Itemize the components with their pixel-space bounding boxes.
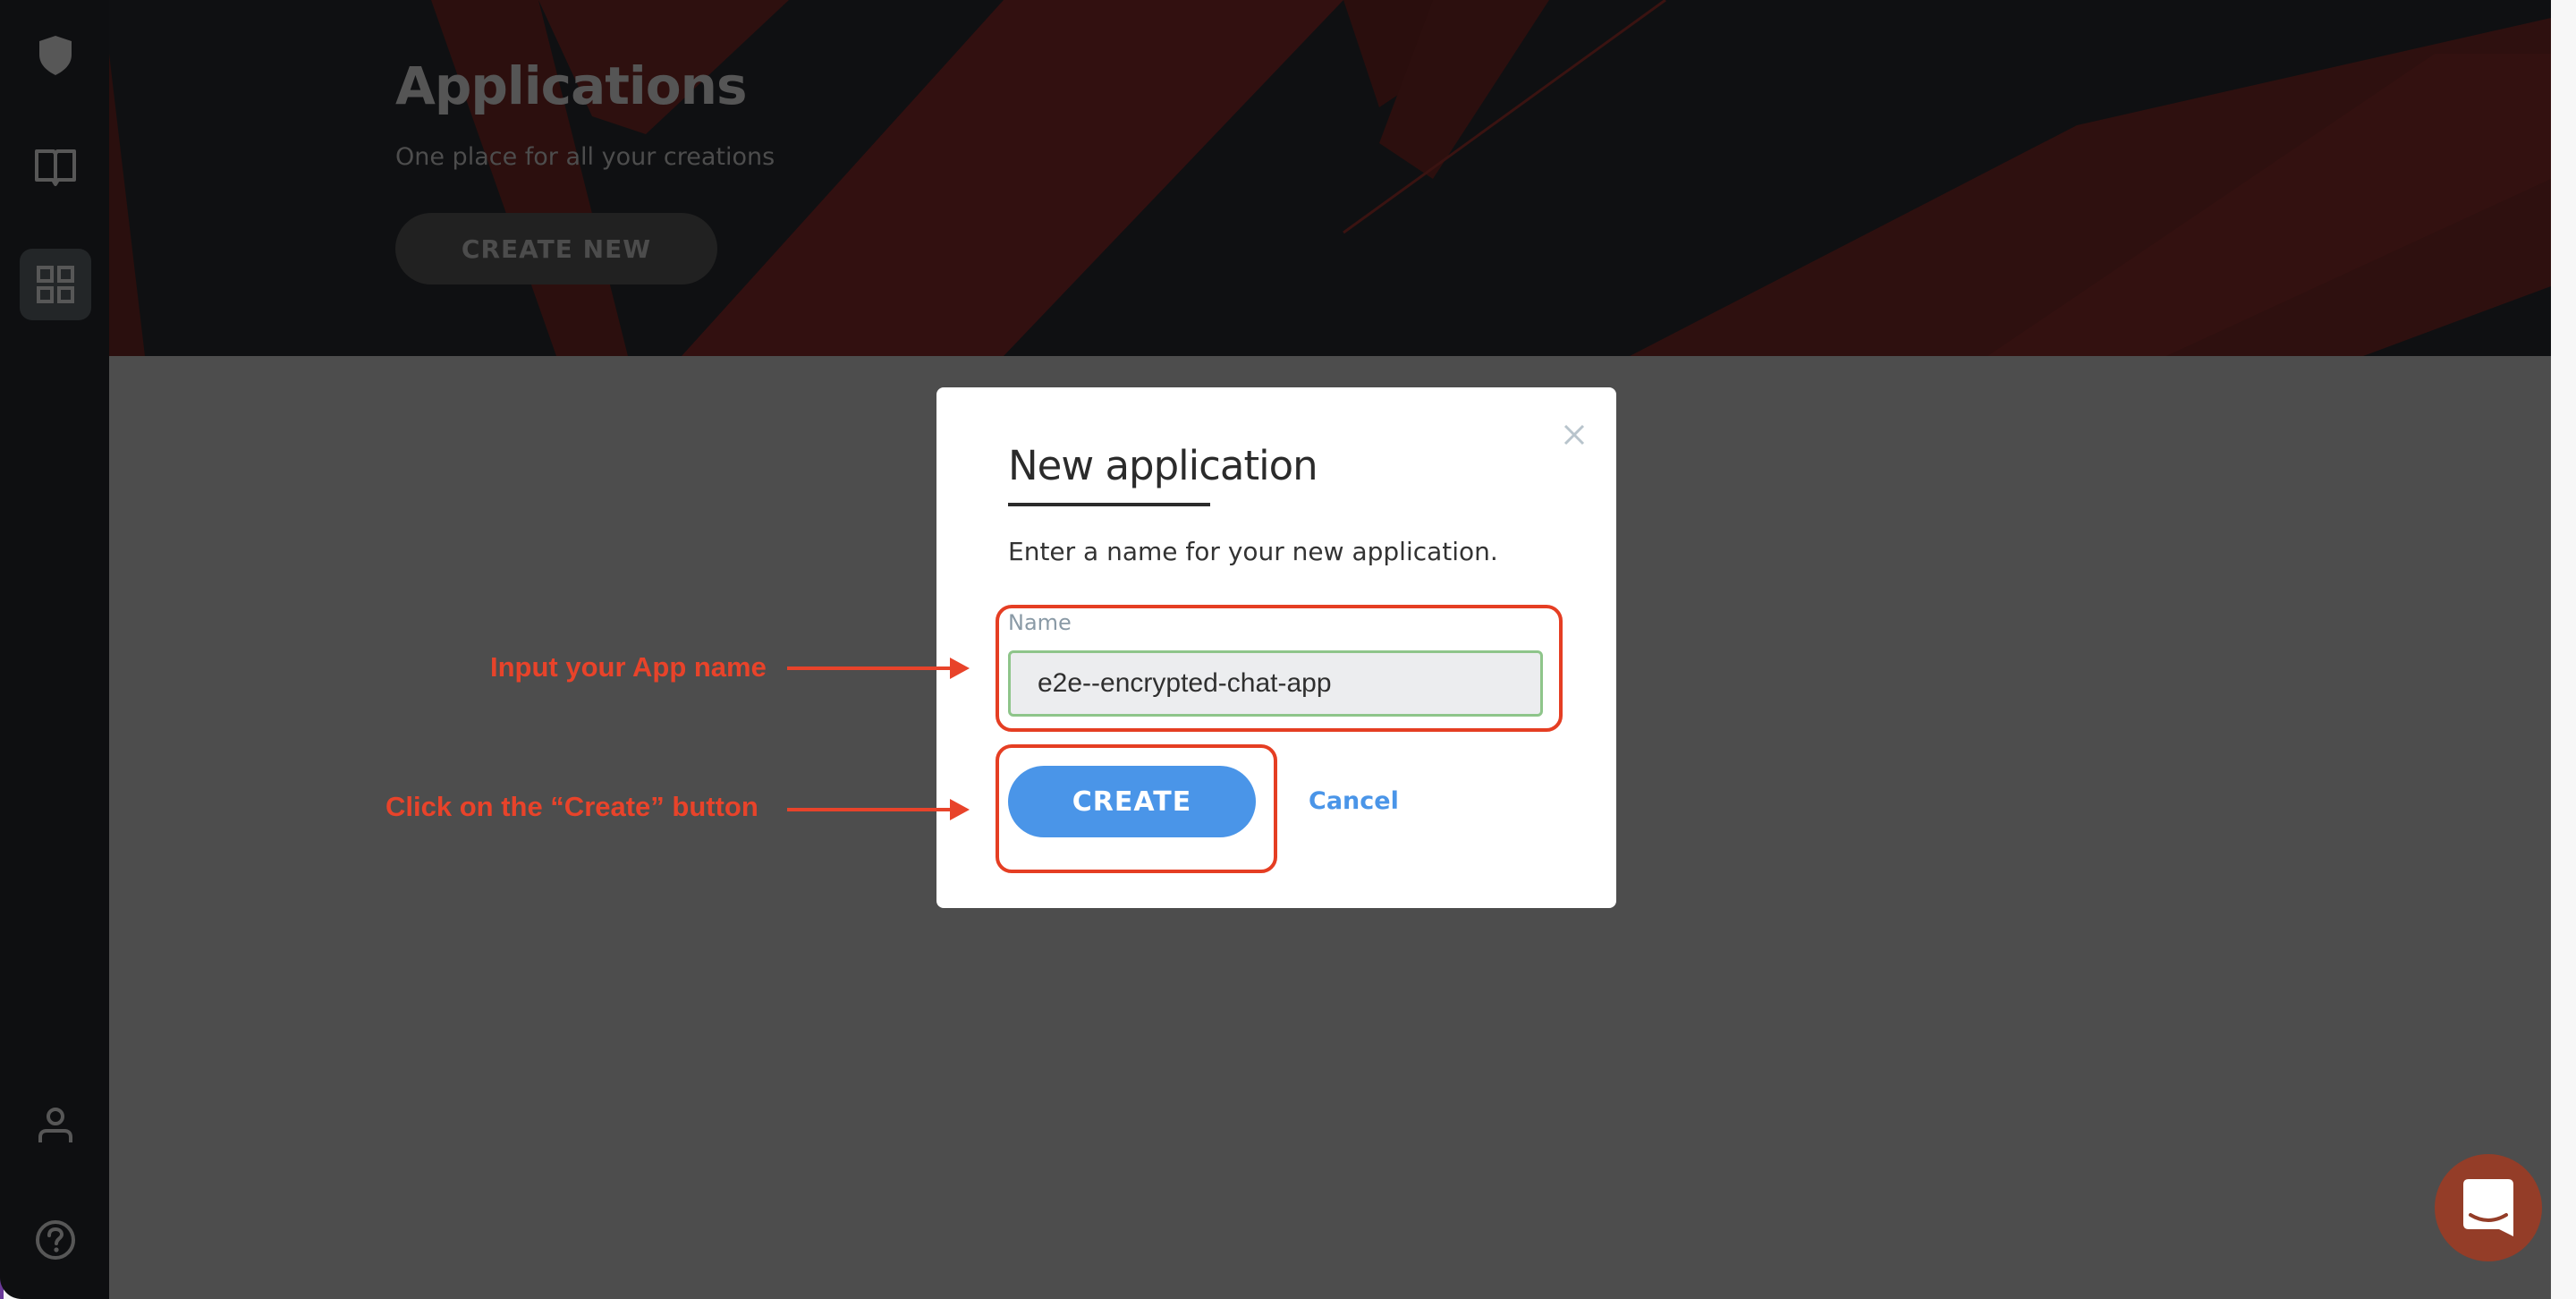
sidebar-item-security[interactable] — [20, 20, 91, 91]
create-highlight-box — [996, 744, 1277, 873]
header-background-pattern — [109, 0, 2551, 356]
create-new-button[interactable]: CREATE NEW — [395, 213, 717, 284]
shield-icon — [39, 36, 72, 75]
annotation-arrow-icon — [787, 799, 970, 820]
close-icon[interactable] — [1558, 419, 1590, 451]
chat-bubble-icon — [2463, 1179, 2513, 1236]
window-edge-right — [2551, 0, 2576, 1299]
dialog-title: New application — [1008, 442, 1318, 489]
page-title: Applications — [395, 55, 747, 116]
chat-widget-button[interactable] — [2435, 1154, 2542, 1261]
page-subtitle: One place for all your creations — [395, 143, 775, 171]
dialog-title-underline — [1008, 503, 1210, 506]
page-header: Applications One place for all your crea… — [109, 0, 2551, 356]
annotation-input-hint: Input your App name — [490, 651, 767, 683]
sidebar-item-account[interactable] — [20, 1090, 91, 1161]
sidebar-item-docs[interactable] — [20, 132, 91, 204]
sidebar-item-help[interactable] — [20, 1204, 91, 1276]
sidebar — [0, 0, 109, 1299]
cancel-button[interactable]: Cancel — [1309, 787, 1399, 815]
annotation-create-hint: Click on the “Create” button — [386, 791, 758, 822]
dialog-description: Enter a name for your new application. — [1008, 537, 1498, 566]
help-icon — [36, 1220, 75, 1260]
grid-icon — [37, 266, 74, 303]
annotation-arrow-icon — [787, 658, 970, 679]
book-icon — [35, 149, 76, 186]
sidebar-item-applications[interactable] — [20, 249, 91, 320]
user-icon — [38, 1108, 72, 1142]
input-highlight-box — [996, 605, 1563, 732]
